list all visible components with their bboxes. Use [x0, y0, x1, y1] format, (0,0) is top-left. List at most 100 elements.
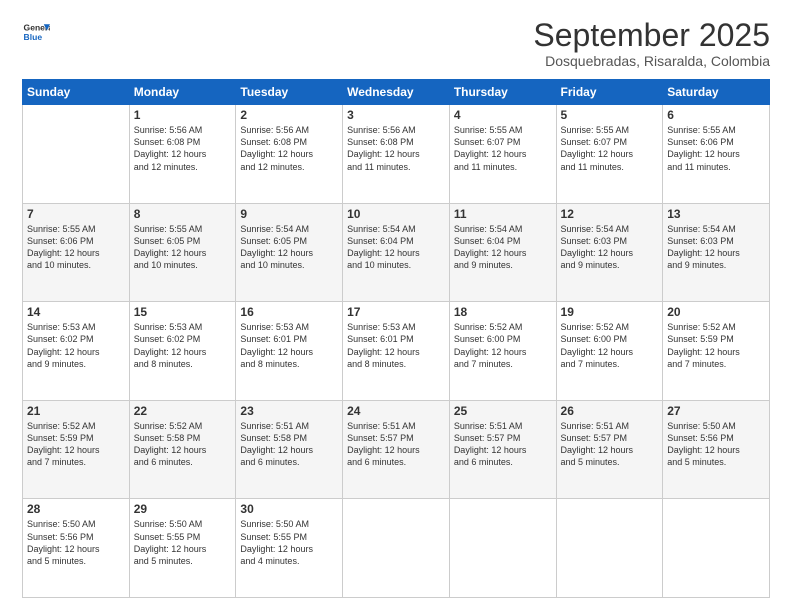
calendar-week-2: 14 Sunrise: 5:53 AM Sunset: 6:02 PM Dayli…: [23, 302, 770, 401]
day-number: 23: [240, 404, 338, 418]
col-thursday: Thursday: [449, 80, 556, 105]
table-row: 7Sunrise: 5:55 AM Sunset: 6:06 PM Daylig…: [23, 203, 130, 302]
day-info: Sunrise: 5:52 AM Sunset: 6:00 PM Dayligh…: [561, 321, 659, 370]
day-number: 8: [134, 207, 232, 221]
day-info: Sunrise: 5:55 AM Sunset: 6:07 PM Dayligh…: [561, 124, 659, 173]
day-info: Sunrise: 5:53 AM Sunset: 6:02 PM Dayligh…: [134, 321, 232, 370]
table-row: 11 Sunrise: 5:54 AM Sunset: 6:04 PM Dayli…: [449, 203, 556, 302]
day-info: Sunrise: 5:50 AM Sunset: 5:56 PM Dayligh…: [27, 518, 125, 567]
day-number: 28: [27, 502, 125, 516]
svg-text:Blue: Blue: [24, 32, 43, 42]
day-number: 21: [27, 404, 125, 418]
table-row: 25 Sunrise: 5:51 AM Sunset: 5:57 PM Dayli…: [449, 400, 556, 499]
day-info: Sunrise: 5:53 AM Sunset: 6:02 PM Dayligh…: [27, 321, 125, 370]
col-wednesday: Wednesday: [343, 80, 450, 105]
day-info: Sunrise: 5:52 AM Sunset: 5:59 PM Dayligh…: [667, 321, 765, 370]
day-number: 20: [667, 305, 765, 319]
day-info: Sunrise: 5:53 AM Sunset: 6:01 PM Dayligh…: [347, 321, 445, 370]
day-info: Sunrise: 5:54 AM Sunset: 6:05 PM Dayligh…: [240, 223, 338, 272]
table-row: 4 Sunrise: 5:55 AM Sunset: 6:07 PM Daylig…: [449, 105, 556, 204]
day-number: 18: [454, 305, 552, 319]
day-number: 14: [27, 305, 125, 319]
col-sunday: Sunday: [23, 80, 130, 105]
day-info: Sunrise: 5:52 AM Sunset: 5:58 PM Dayligh…: [134, 420, 232, 469]
table-row: 13 Sunrise: 5:54 AM Sunset: 6:03 PM Dayli…: [663, 203, 770, 302]
calendar-week-4: 28 Sunrise: 5:50 AM Sunset: 5:56 PM Dayli…: [23, 499, 770, 598]
calendar-week-1: 7Sunrise: 5:55 AM Sunset: 6:06 PM Daylig…: [23, 203, 770, 302]
table-row: 24Sunrise: 5:51 AM Sunset: 5:57 PM Dayli…: [343, 400, 450, 499]
day-number: 11: [454, 207, 552, 221]
day-number: 22: [134, 404, 232, 418]
day-info: Sunrise: 5:50 AM Sunset: 5:56 PM Dayligh…: [667, 420, 765, 469]
day-info: Sunrise: 5:51 AM Sunset: 5:57 PM Dayligh…: [454, 420, 552, 469]
calendar-week-0: 1Sunrise: 5:56 AM Sunset: 6:08 PM Daylig…: [23, 105, 770, 204]
day-number: 6: [667, 108, 765, 122]
day-number: 13: [667, 207, 765, 221]
day-number: 29: [134, 502, 232, 516]
table-row: 23Sunrise: 5:51 AM Sunset: 5:58 PM Dayli…: [236, 400, 343, 499]
table-row: 18 Sunrise: 5:52 AM Sunset: 6:00 PM Dayli…: [449, 302, 556, 401]
table-row: 10 Sunrise: 5:54 AM Sunset: 6:04 PM Dayli…: [343, 203, 450, 302]
day-number: 30: [240, 502, 338, 516]
table-row: [343, 499, 450, 598]
day-info: Sunrise: 5:50 AM Sunset: 5:55 PM Dayligh…: [240, 518, 338, 567]
day-number: 25: [454, 404, 552, 418]
day-info: Sunrise: 5:55 AM Sunset: 6:06 PM Dayligh…: [27, 223, 125, 272]
table-row: 17 Sunrise: 5:53 AM Sunset: 6:01 PM Dayli…: [343, 302, 450, 401]
table-row: 1Sunrise: 5:56 AM Sunset: 6:08 PM Daylig…: [129, 105, 236, 204]
day-info: Sunrise: 5:54 AM Sunset: 6:03 PM Dayligh…: [561, 223, 659, 272]
day-number: 15: [134, 305, 232, 319]
table-row: 6 Sunrise: 5:55 AM Sunset: 6:06 PM Daylig…: [663, 105, 770, 204]
table-row: 5Sunrise: 5:55 AM Sunset: 6:07 PM Daylig…: [556, 105, 663, 204]
day-number: 2: [240, 108, 338, 122]
table-row: 15 Sunrise: 5:53 AM Sunset: 6:02 PM Dayli…: [129, 302, 236, 401]
table-row: 16 Sunrise: 5:53 AM Sunset: 6:01 PM Dayli…: [236, 302, 343, 401]
day-number: 17: [347, 305, 445, 319]
day-number: 4: [454, 108, 552, 122]
col-friday: Friday: [556, 80, 663, 105]
day-info: Sunrise: 5:52 AM Sunset: 5:59 PM Dayligh…: [27, 420, 125, 469]
calendar-week-3: 21 Sunrise: 5:52 AM Sunset: 5:59 PM Dayli…: [23, 400, 770, 499]
day-number: 27: [667, 404, 765, 418]
title-block: September 2025 Dosquebradas, Risaralda, …: [533, 18, 770, 69]
day-number: 19: [561, 305, 659, 319]
calendar-table: Sunday Monday Tuesday Wednesday Thursday…: [22, 79, 770, 598]
table-row: 20 Sunrise: 5:52 AM Sunset: 5:59 PM Dayli…: [663, 302, 770, 401]
table-row: 9 Sunrise: 5:54 AM Sunset: 6:05 PM Daylig…: [236, 203, 343, 302]
day-info: Sunrise: 5:54 AM Sunset: 6:03 PM Dayligh…: [667, 223, 765, 272]
col-saturday: Saturday: [663, 80, 770, 105]
day-number: 9: [240, 207, 338, 221]
day-number: 16: [240, 305, 338, 319]
table-row: 27 Sunrise: 5:50 AM Sunset: 5:56 PM Dayli…: [663, 400, 770, 499]
table-row: 22 Sunrise: 5:52 AM Sunset: 5:58 PM Dayli…: [129, 400, 236, 499]
day-info: Sunrise: 5:51 AM Sunset: 5:57 PM Dayligh…: [347, 420, 445, 469]
logo: General Blue: [22, 18, 50, 46]
day-number: 3: [347, 108, 445, 122]
col-monday: Monday: [129, 80, 236, 105]
table-row: 12 Sunrise: 5:54 AM Sunset: 6:03 PM Dayli…: [556, 203, 663, 302]
logo-icon: General Blue: [22, 18, 50, 46]
header: General Blue September 2025 Dosquebradas…: [22, 18, 770, 69]
table-row: [663, 499, 770, 598]
table-row: 28 Sunrise: 5:50 AM Sunset: 5:56 PM Dayli…: [23, 499, 130, 598]
day-number: 26: [561, 404, 659, 418]
header-row: Sunday Monday Tuesday Wednesday Thursday…: [23, 80, 770, 105]
table-row: [556, 499, 663, 598]
day-info: Sunrise: 5:55 AM Sunset: 6:07 PM Dayligh…: [454, 124, 552, 173]
day-info: Sunrise: 5:55 AM Sunset: 6:06 PM Dayligh…: [667, 124, 765, 173]
table-row: 14 Sunrise: 5:53 AM Sunset: 6:02 PM Dayli…: [23, 302, 130, 401]
month-title: September 2025: [533, 18, 770, 53]
page: General Blue September 2025 Dosquebradas…: [0, 0, 792, 612]
table-row: 30 Sunrise: 5:50 AM Sunset: 5:55 PM Dayli…: [236, 499, 343, 598]
table-row: 8 Sunrise: 5:55 AM Sunset: 6:05 PM Daylig…: [129, 203, 236, 302]
day-info: Sunrise: 5:55 AM Sunset: 6:05 PM Dayligh…: [134, 223, 232, 272]
day-info: Sunrise: 5:53 AM Sunset: 6:01 PM Dayligh…: [240, 321, 338, 370]
day-info: Sunrise: 5:54 AM Sunset: 6:04 PM Dayligh…: [347, 223, 445, 272]
day-info: Sunrise: 5:56 AM Sunset: 6:08 PM Dayligh…: [240, 124, 338, 173]
day-number: 10: [347, 207, 445, 221]
table-row: [449, 499, 556, 598]
table-row: 29Sunrise: 5:50 AM Sunset: 5:55 PM Dayli…: [129, 499, 236, 598]
day-info: Sunrise: 5:54 AM Sunset: 6:04 PM Dayligh…: [454, 223, 552, 272]
day-number: 12: [561, 207, 659, 221]
day-info: Sunrise: 5:52 AM Sunset: 6:00 PM Dayligh…: [454, 321, 552, 370]
